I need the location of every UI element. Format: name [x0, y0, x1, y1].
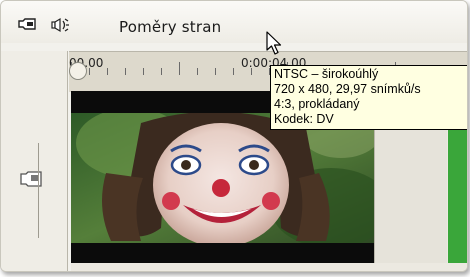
- ruler-tick: [143, 68, 144, 75]
- ruler-tick: [107, 68, 108, 75]
- tooltip-line-resolution: 720 x 480, 29,97 snímků/s: [274, 82, 421, 96]
- clip-thumbnail: [71, 113, 374, 243]
- video-editor-panel: Poměry stran 00.00 0:00:04.00 NTSC – šir…: [0, 0, 468, 272]
- mouse-pointer-icon: [266, 31, 282, 55]
- track-header-panel: [1, 51, 68, 271]
- ruler-tick: [89, 68, 90, 75]
- ruler-tick: [251, 68, 252, 75]
- track-divider: [38, 143, 39, 238]
- tooltip-line-format: NTSC – širokoúhlý: [274, 67, 379, 81]
- video-track-header-icon[interactable]: [17, 167, 49, 193]
- toolbar-title: Poměry stran: [119, 18, 222, 36]
- audio-speaker-icon[interactable]: [50, 17, 72, 33]
- ruler-tick: [215, 68, 216, 75]
- toolbar: Poměry stran: [1, 1, 467, 43]
- ruler-tick: [197, 68, 198, 75]
- ruler-tick: [161, 68, 162, 75]
- ruler-tick: [233, 68, 234, 75]
- clip-info-tooltip: NTSC – širokoúhlý 720 x 480, 29,97 snímk…: [270, 65, 467, 130]
- tooltip-line-aspect: 4:3, prokládaný: [274, 97, 360, 111]
- playhead-handle[interactable]: [69, 62, 87, 80]
- video-track-icon[interactable]: [17, 17, 39, 33]
- ruler-tick: [125, 68, 126, 75]
- ruler-tick: [467, 68, 468, 75]
- ruler-tick: [179, 62, 180, 75]
- tooltip-line-codec: Kodek: DV: [274, 112, 334, 126]
